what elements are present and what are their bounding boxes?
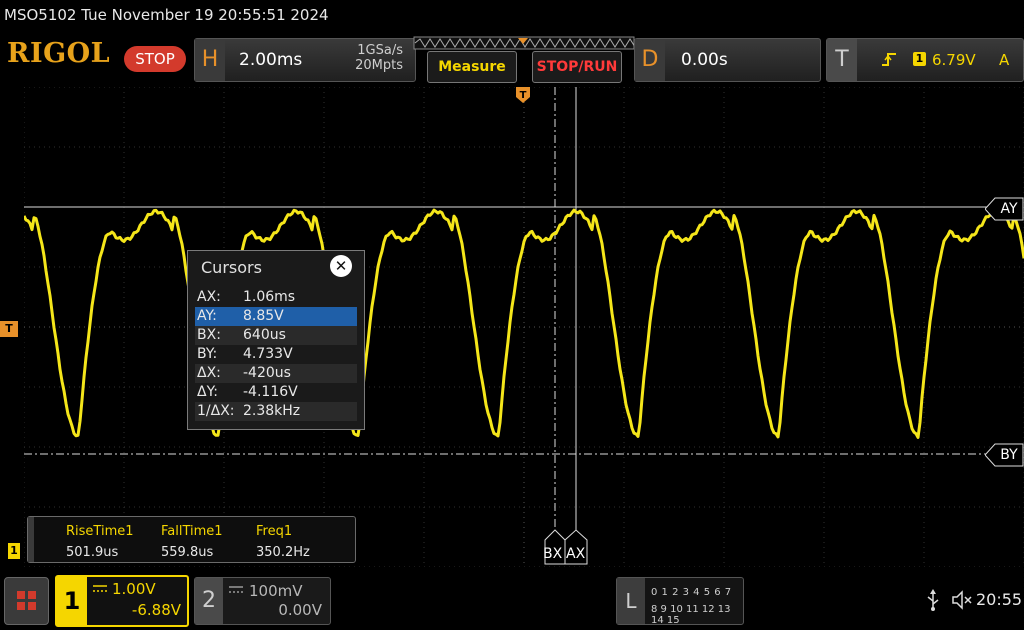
- speaker-mute-icon[interactable]: [951, 590, 973, 610]
- sample-rate-info: 1GSa/s 20Mpts: [341, 43, 403, 73]
- cursor-row-ax[interactable]: AX: 1.06ms: [195, 288, 357, 307]
- cursor-by-label: BY: [1000, 447, 1018, 463]
- channel1-offset: -6.88V: [131, 601, 181, 619]
- svg-text:T: T: [520, 90, 527, 101]
- measurement-label: Freq1: [256, 524, 293, 539]
- cursor-row-value: 2.38kHz: [243, 403, 301, 419]
- dc-coupling-icon: [93, 585, 107, 592]
- trigger-channel-badge: 1: [913, 52, 926, 66]
- timebase-value: 2.00ms: [239, 50, 303, 70]
- cursor-row-key: AY:: [197, 308, 217, 324]
- cursor-row-value: -420us: [243, 365, 291, 381]
- measurement-bar-handle[interactable]: [28, 517, 34, 562]
- measurement-value: 559.8us: [161, 545, 214, 560]
- cursor-row-ay[interactable]: AY: 8.85V: [195, 307, 357, 326]
- cursor-row-key: 1/ΔX:: [197, 403, 235, 419]
- cursor-row-key: ΔY:: [197, 384, 218, 400]
- channel2-scale: 100mV: [249, 582, 303, 600]
- waveform-display[interactable]: T: [24, 87, 1024, 567]
- status-bar: MSO5102 Tue November 19 20:55:51 2024: [0, 0, 1024, 30]
- logic-channels-row1: 0 1 2 3 4 5 6 7: [651, 587, 732, 598]
- measurement-value: 501.9us: [66, 545, 119, 560]
- cursor-row-value: 1.06ms: [243, 289, 296, 305]
- channel2-number: 2: [195, 578, 223, 624]
- trigger-level-marker[interactable]: T: [0, 321, 18, 337]
- channel2-offset: 0.00V: [278, 601, 322, 619]
- run-state-badge[interactable]: STOP: [124, 46, 186, 72]
- cursor-ay-label: AY: [1000, 201, 1018, 217]
- brand-logo: RIGOL: [7, 38, 111, 69]
- sample-rate: 1GSa/s: [357, 43, 403, 58]
- cursor-row-inverse-delta-x: 1/ΔX: 2.38kHz: [195, 402, 357, 421]
- cursor-row-by[interactable]: BY: 4.733V: [195, 345, 357, 364]
- cursor-row-delta-x: ΔX: -420us: [195, 364, 357, 383]
- channel1-ground-marker[interactable]: 1: [8, 543, 20, 559]
- horizontal-letter: H: [195, 39, 225, 81]
- channel1-panel[interactable]: 1 1.00V -6.88V: [55, 575, 189, 627]
- cursor-row-bx[interactable]: BX: 640us: [195, 326, 357, 345]
- cursor-row-key: BX:: [197, 327, 221, 343]
- menu-grid-icon[interactable]: [4, 577, 49, 625]
- measurement-bar[interactable]: RiseTime1 501.9us FallTime1 559.8us Freq…: [27, 516, 356, 563]
- channel1-scale: 1.00V: [112, 580, 156, 598]
- cursor-ax-label: AX: [566, 546, 586, 562]
- channel2-panel[interactable]: 2 100mV 0.00V: [194, 577, 331, 625]
- logic-channels-row2: 8 9 10 11 12 13 14 15: [651, 604, 731, 626]
- usb-icon: [927, 589, 939, 611]
- rising-edge-icon: [882, 53, 896, 66]
- delay-letter: D: [635, 39, 665, 81]
- cursor-row-key: AX:: [197, 289, 221, 305]
- horizontal-panel[interactable]: H 2.00ms 1GSa/s 20Mpts: [194, 38, 416, 82]
- delay-panel[interactable]: D 0.00s: [634, 38, 821, 82]
- stop-run-button[interactable]: STOP/RUN: [532, 51, 622, 83]
- delay-value: 0.00s: [681, 50, 728, 70]
- trigger-letter: T: [827, 39, 857, 81]
- cursors-dialog[interactable]: Cursors ✕ AX: 1.06ms AY: 8.85V BX: 640us…: [187, 250, 365, 430]
- channel1-number: 1: [57, 577, 87, 625]
- device-datetime: MSO5102 Tue November 19 20:55:51 2024: [4, 6, 329, 24]
- cursor-row-key: BY:: [197, 346, 218, 362]
- system-clock: 20:55: [976, 590, 1023, 609]
- cursor-row-value: 8.85V: [243, 308, 284, 324]
- dc-coupling-icon: [229, 586, 243, 593]
- trigger-level: 6.79V: [932, 51, 976, 69]
- logic-label: L: [617, 578, 645, 624]
- trigger-mode: A: [999, 51, 1010, 69]
- close-icon[interactable]: ✕: [330, 255, 352, 277]
- measurement-value: 350.2Hz: [256, 545, 310, 560]
- cursor-row-value: 640us: [243, 327, 286, 343]
- cursor-row-value: -4.116V: [243, 384, 298, 400]
- memory-depth: 20Mpts: [355, 58, 403, 73]
- logic-analyzer-panel[interactable]: L 0 1 2 3 4 5 6 7 8 9 10 11 12 13 14 15: [616, 577, 744, 626]
- trigger-panel[interactable]: T 1 6.79V A: [826, 38, 1024, 82]
- cursor-row-value: 4.733V: [243, 346, 293, 362]
- cursors-dialog-title: Cursors: [201, 258, 262, 277]
- measure-button[interactable]: Measure: [427, 51, 517, 83]
- cursor-row-key: ΔX:: [197, 365, 221, 381]
- cursor-row-delta-y: ΔY: -4.116V: [195, 383, 357, 402]
- measurement-label: RiseTime1: [66, 524, 134, 539]
- cursor-bx-label: BX: [543, 546, 563, 562]
- waveform-overview-icon[interactable]: [413, 36, 635, 50]
- measurement-label: FallTime1: [161, 524, 223, 539]
